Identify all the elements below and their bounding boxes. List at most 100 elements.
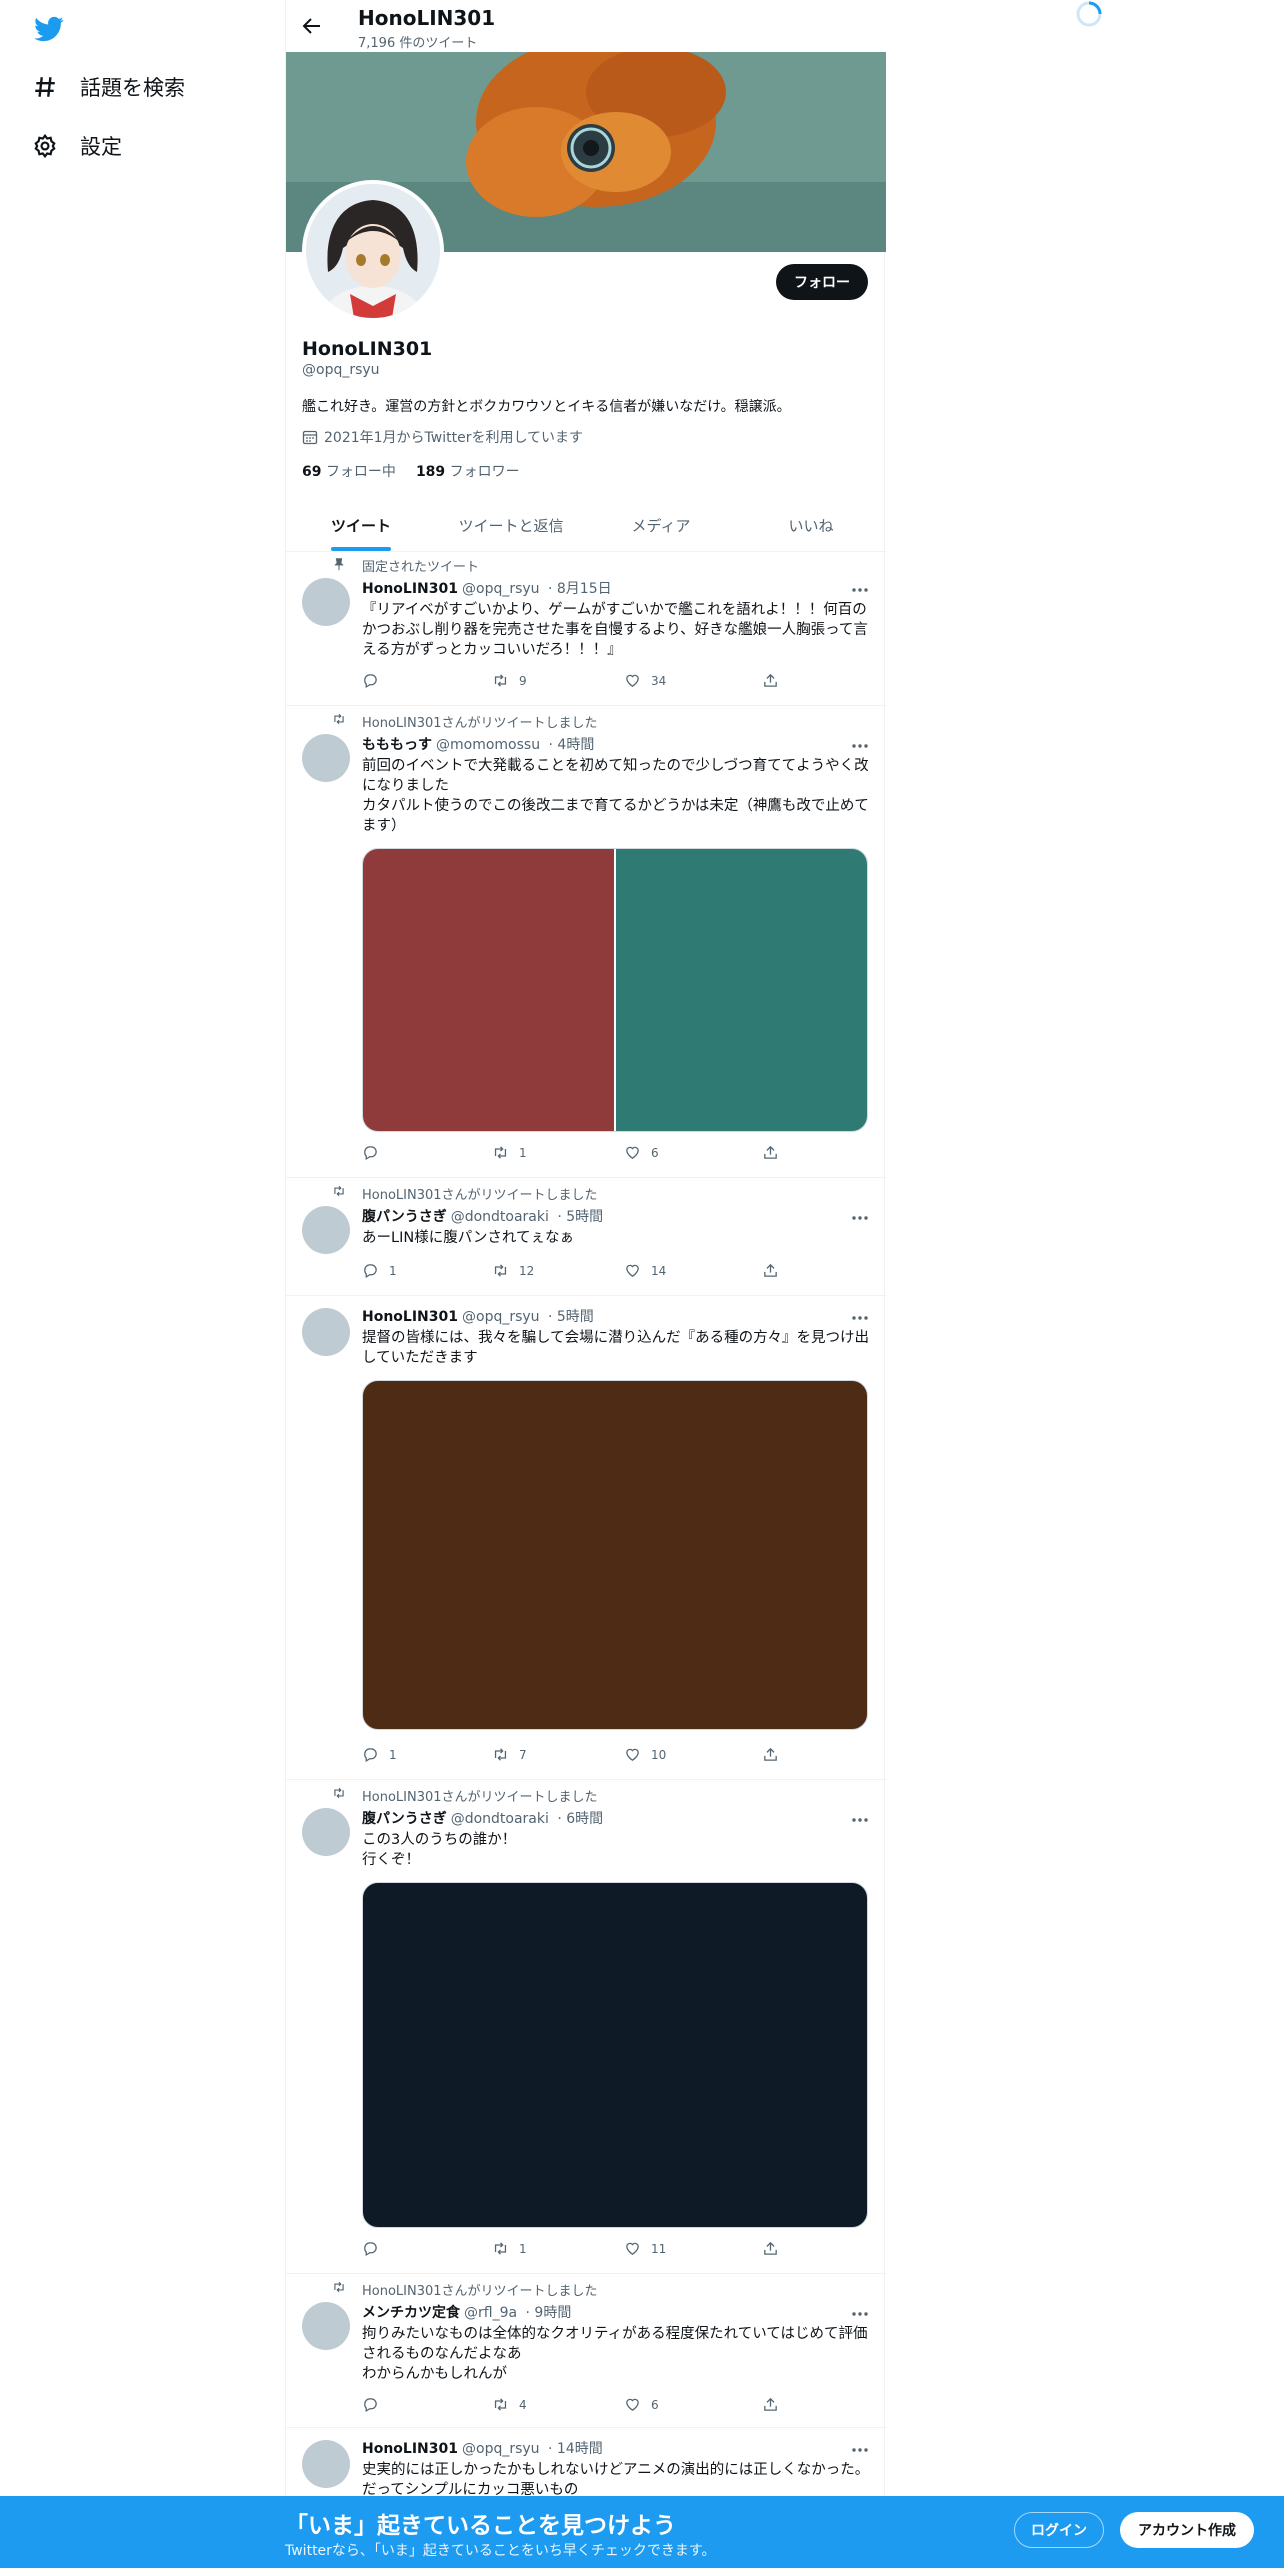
retweet-count: 12 (519, 1263, 535, 1278)
reply-button[interactable] (362, 2240, 389, 2257)
heart-icon (626, 2242, 639, 2255)
reply-button[interactable] (362, 1144, 389, 1161)
gear-icon (34, 133, 56, 159)
tweet-author-handle[interactable]: @dondtoaraki (451, 1811, 549, 1827)
twitter-logo-icon[interactable] (32, 14, 66, 44)
tweet-author-handle[interactable]: @opq_rsyu (462, 2441, 540, 2457)
retweet-button[interactable]: 1 (492, 2240, 527, 2257)
like-button[interactable]: 6 (624, 2396, 659, 2413)
signup-button[interactable]: アカウント作成 (1120, 2512, 1254, 2548)
share-button[interactable] (762, 2240, 779, 2257)
nav-item-label: 設定 (80, 135, 122, 159)
tweet-author-name[interactable]: HonoLIN301 (362, 1309, 458, 1325)
follow-button[interactable]: フォロー (776, 264, 868, 300)
avatar[interactable] (302, 2302, 350, 2350)
share-button[interactable] (762, 1144, 779, 1161)
tweet-header: HonoLIN301 @opq_rsyu · 5時間 (362, 1306, 594, 1326)
tweet[interactable]: 固定されたツイート HonoLIN301 @opq_rsyu · 8月15日 『リ… (286, 552, 886, 706)
tweet-time[interactable]: · 6時間 (557, 1811, 603, 1827)
tweet[interactable]: HonoLIN301 @opq_rsyu · 5時間 提督の皆様には、我々を騙して… (286, 1296, 886, 1780)
tweet-author-name[interactable]: HonoLIN301 (362, 2441, 458, 2457)
tab-likes[interactable]: いいね (736, 500, 886, 551)
tab-tweets-replies[interactable]: ツイートと返信 (436, 500, 586, 551)
nav-item-settings[interactable]: 設定 (32, 131, 122, 161)
profile-avatar[interactable] (302, 180, 444, 322)
like-button[interactable]: 11 (624, 2240, 666, 2257)
share-button[interactable] (762, 2396, 779, 2413)
retweet-button[interactable]: 7 (492, 1746, 527, 1763)
tweet[interactable]: HonoLIN301さんがリツイートしました もももっす @momomossu ·… (286, 706, 886, 1178)
like-count: 14 (651, 1263, 667, 1278)
avatar[interactable] (302, 1206, 350, 1254)
tweet-media[interactable] (362, 848, 868, 1132)
more-options-icon[interactable] (850, 1208, 870, 1228)
tweet-author-handle[interactable]: @momomossu (436, 737, 540, 753)
reply-button[interactable]: 1 (362, 1746, 397, 1763)
tweet-author-name[interactable]: もももっす (362, 737, 432, 753)
tweet-actions: 1 11 (362, 2240, 782, 2260)
tweet[interactable]: HonoLIN301さんがリツイートしました 腹パンうさぎ @dondtoarak… (286, 1178, 886, 1296)
tweet-context: HonoLIN301さんがリツイートしました (362, 2284, 598, 2299)
avatar[interactable] (302, 2440, 350, 2488)
tweet[interactable]: HonoLIN301さんがリツイートしました メンチカツ定食 @rfl_9a · … (286, 2274, 886, 2428)
tweet-author-handle[interactable]: @opq_rsyu (462, 581, 540, 597)
avatar[interactable] (302, 1308, 350, 1356)
more-options-icon[interactable] (850, 1308, 870, 1328)
retweet-button[interactable]: 12 (492, 1262, 534, 1279)
tweet-time[interactable]: · 4時間 (549, 737, 595, 753)
tweet-author-name[interactable]: 腹パンうさぎ (362, 1209, 447, 1225)
avatar[interactable] (302, 1808, 350, 1856)
retweet-button[interactable]: 9 (492, 672, 527, 689)
tweet-time[interactable]: · 14時間 (548, 2441, 603, 2457)
more-options-icon[interactable] (850, 580, 870, 600)
more-options-icon[interactable] (850, 1810, 870, 1830)
tweet-author-name[interactable]: 腹パンうさぎ (362, 1811, 447, 1827)
nav-item-explore[interactable]: 話題を検索 (32, 72, 185, 102)
retweet-button[interactable]: 1 (492, 1144, 527, 1161)
retweet-button[interactable]: 4 (492, 2396, 527, 2413)
login-button[interactable]: ログイン (1014, 2512, 1104, 2548)
avatar[interactable] (302, 578, 350, 626)
tweet-text: あーLIN様に腹パンされてぇなぁ (362, 1230, 574, 1246)
reply-button[interactable] (362, 2396, 389, 2413)
following-link[interactable]: 69 フォロー中 (302, 461, 396, 481)
followers-link[interactable]: 189 フォロワー (416, 461, 520, 481)
more-options-icon[interactable] (850, 2304, 870, 2324)
share-button[interactable] (762, 1262, 779, 1279)
retweet-icon (334, 1185, 344, 1197)
joined-date: 2021年1月からTwitterを利用しています (324, 430, 584, 446)
share-button[interactable] (762, 1746, 779, 1763)
tweet-media[interactable] (362, 1380, 868, 1730)
tweet-actions: 9 34 (362, 672, 782, 692)
tweet-time[interactable]: · 9時間 (526, 2305, 572, 2321)
tab-tweets[interactable]: ツイート (286, 500, 436, 551)
reply-button[interactable] (362, 672, 389, 689)
like-button[interactable]: 14 (624, 1262, 666, 1279)
tab-media[interactable]: メディア (586, 500, 736, 551)
reply-button[interactable]: 1 (362, 1262, 397, 1279)
tweet-author-handle[interactable]: @rfl_9a (464, 2305, 517, 2321)
tweet[interactable]: HonoLIN301さんがリツイートしました 腹パンうさぎ @dondtoarak… (286, 1780, 886, 2274)
tweet-author-handle[interactable]: @opq_rsyu (462, 1309, 540, 1325)
tweet-context: 固定されたツイート (362, 560, 480, 575)
tweet-text: この3人のうちの誰か！ 行くぞ！ (362, 1832, 517, 1868)
tweet-author-handle[interactable]: @dondtoaraki (451, 1209, 549, 1225)
heart-icon (626, 1748, 639, 1761)
share-button[interactable] (762, 672, 779, 689)
signup-banner-subtitle: Twitterなら、「いま」起きていることをいち早くチェックできます。 (285, 2543, 716, 2559)
like-button[interactable]: 34 (624, 672, 666, 689)
tweet-media[interactable] (362, 1882, 868, 2228)
like-button[interactable]: 6 (624, 1144, 659, 1161)
more-options-icon[interactable] (850, 736, 870, 756)
like-button[interactable]: 10 (624, 1746, 666, 1763)
more-options-icon[interactable] (850, 2440, 870, 2460)
media-image-right[interactable] (616, 849, 867, 1131)
tweet-author-name[interactable]: HonoLIN301 (362, 581, 458, 597)
tweet-author-name[interactable]: メンチカツ定食 (362, 2305, 460, 2321)
media-image-left[interactable] (363, 849, 616, 1131)
tweet-time[interactable]: · 5時間 (548, 1309, 594, 1325)
avatar[interactable] (302, 734, 350, 782)
tweet-time[interactable]: · 8月15日 (548, 581, 612, 597)
back-arrow-icon[interactable] (300, 14, 324, 38)
tweet-time[interactable]: · 5時間 (557, 1209, 603, 1225)
